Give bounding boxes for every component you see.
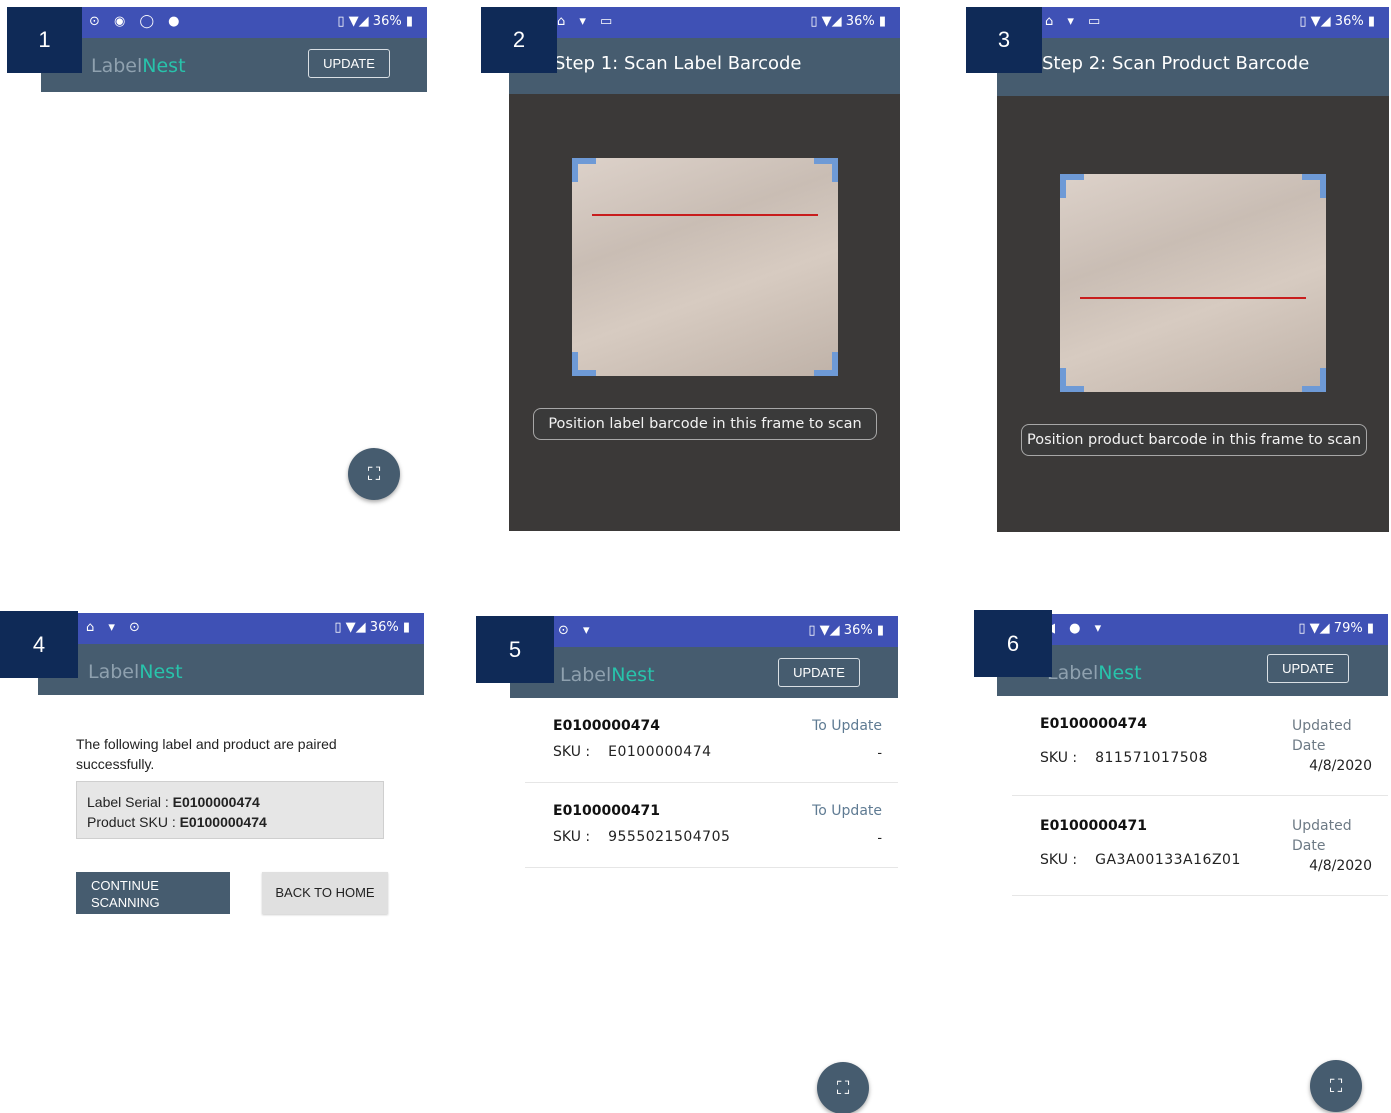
update-button[interactable]: UPDATE [1267, 654, 1349, 683]
product-sku-line: Product SKU : E0100000474 [87, 814, 267, 830]
app-logo: LabelNest [91, 55, 186, 77]
step-badge-1: 1 [7, 7, 82, 73]
update-button[interactable]: UPDATE [778, 658, 860, 687]
continue-scanning-button[interactable]: CONTINUE SCANNING [76, 872, 230, 914]
app-bar: Step 1: Scan Label Barcode [509, 38, 900, 94]
product-sku-value: E0100000474 [179, 814, 267, 830]
list-item[interactable]: E0100000474 SKU : E0100000474 To Update - [525, 698, 898, 783]
scan-hint: Position product barcode in this frame t… [1021, 424, 1367, 456]
fullscreen-scan-icon: ⛶ [836, 1078, 850, 1098]
screen-6: ◀ ● ▾ ▯ ▼◢ 79% ▮ LabelNest UPDATE E01000… [997, 614, 1388, 1113]
status-right: ▯ ▼◢ 79% ▮ [1298, 621, 1374, 636]
step-badge-2: 2 [481, 7, 557, 73]
page-title: Step 1: Scan Label Barcode [554, 53, 802, 74]
pair-success-message: The following label and product are pair… [76, 736, 337, 772]
page-title: Step 2: Scan Product Barcode [1042, 53, 1310, 74]
list-item[interactable]: E0100000471 SKU :9555021504705 To Update… [525, 783, 898, 868]
camera-preview: Position product barcode in this frame t… [997, 96, 1389, 532]
camera-preview: Position label barcode in this frame to … [509, 94, 900, 531]
app-bar: LabelNest UPDATE [510, 647, 898, 698]
status-bar: ⌂ ▾ ⊙ ▯ ▼◢ 36% ▮ [38, 613, 424, 644]
label-serial-value: E0100000474 [172, 794, 260, 810]
status-badge: To Update [812, 803, 882, 819]
status-right: ▯ ▼◢ 36% ▮ [810, 14, 886, 29]
scan-fab-button[interactable]: ⛶ [1310, 1060, 1362, 1112]
frame-corner [1060, 174, 1084, 198]
app-bar: LabelNest UPDATE [41, 38, 427, 92]
scan-laser-line [1080, 297, 1306, 299]
frame-corner [814, 158, 838, 182]
frame-corner [1302, 174, 1326, 198]
fullscreen-scan-icon: ⛶ [367, 464, 381, 484]
app-bar: LabelNest [38, 644, 424, 695]
scan-fab-button[interactable]: ⛶ [348, 448, 400, 500]
app-bar: Step 2: Scan Product Barcode [997, 38, 1389, 96]
screen-2: ⌂ ▾ ▭ ▯ ▼◢ 36% ▮ Step 1: Scan Label Barc… [509, 7, 900, 531]
scan-fab-button[interactable]: ⛶ [817, 1062, 869, 1113]
status-bar: ⌂ ▾ ▭ ▯ ▼◢ 36% ▮ [509, 7, 900, 38]
app-logo: LabelNest [88, 661, 183, 683]
label-serial-line: Label Serial : E0100000474 [87, 794, 260, 810]
scan-frame [1060, 174, 1326, 392]
status-bar: ⊙ ▾ ▯ ▼◢ 36% ▮ [510, 616, 898, 647]
status-right: ▯ ▼◢ 36% ▮ [337, 14, 413, 29]
screen-3: ⌂ ▾ ▭ ▯ ▼◢ 36% ▮ Step 2: Scan Product Ba… [997, 7, 1389, 532]
status-badge: Updated Date [1292, 718, 1352, 754]
screen-4: ⌂ ▾ ⊙ ▯ ▼◢ 36% ▮ LabelNest The following… [38, 613, 424, 1113]
status-bar: ⌂ ▾ ▭ ▯ ▼◢ 36% ▮ [997, 7, 1389, 38]
list-item[interactable]: E0100000471 SKU : GA3A00133A16Z01 Updated… [1012, 796, 1388, 896]
frame-corner [1302, 368, 1326, 392]
list-item[interactable]: E0100000474 SKU :811571017508 Updated Da… [1012, 696, 1388, 796]
status-badge: To Update [812, 718, 882, 734]
status-right: ▯ ▼◢ 36% ▮ [808, 623, 884, 638]
notification-icons: ⌂ ▾ ▭ [1045, 14, 1106, 29]
frame-corner [572, 352, 596, 376]
step-badge-5: 5 [476, 616, 554, 683]
scan-laser-line [592, 214, 818, 216]
step-badge-3: 3 [966, 7, 1042, 73]
status-right: ▯ ▼◢ 36% ▮ [334, 620, 410, 635]
frame-corner [1060, 368, 1084, 392]
step-badge-4: 4 [0, 611, 78, 678]
screen-5: ⊙ ▾ ▯ ▼◢ 36% ▮ LabelNest UPDATE E0100000… [510, 616, 898, 1113]
app-bar: LabelNest UPDATE [997, 645, 1388, 696]
update-button[interactable]: UPDATE [308, 49, 390, 78]
scan-frame [572, 158, 838, 376]
notification-icons: ⊙ ▾ [558, 623, 595, 638]
status-badge: Updated Date [1292, 818, 1352, 854]
status-bar: ◀ ● ▾ ▯ ▼◢ 79% ▮ [997, 614, 1388, 645]
scan-hint: Position label barcode in this frame to … [533, 408, 877, 440]
notification-icons: ◀ ● ▾ [1045, 621, 1107, 636]
app-logo: LabelNest [1047, 662, 1142, 684]
fullscreen-scan-icon: ⛶ [1329, 1076, 1343, 1096]
frame-corner [572, 158, 596, 182]
step-badge-6: 6 [974, 610, 1052, 677]
status-right: ▯ ▼◢ 36% ▮ [1299, 14, 1375, 29]
frame-corner [814, 352, 838, 376]
notification-icons: ⌂ ▾ ▭ [557, 14, 618, 29]
pair-details-box: Label Serial : E0100000474 Product SKU :… [76, 781, 384, 839]
notification-icons: ⊙ ◉ ◯ ● [89, 14, 185, 29]
app-logo: LabelNest [560, 664, 655, 686]
screen-1: ⊙ ◉ ◯ ● ▯ ▼◢ 36% ▮ LabelNest UPDATE ⛶ [41, 7, 427, 527]
notification-icons: ⌂ ▾ ⊙ [86, 620, 145, 635]
status-bar: ⊙ ◉ ◯ ● ▯ ▼◢ 36% ▮ [41, 7, 427, 38]
back-to-home-button[interactable]: BACK TO HOME [262, 872, 388, 914]
